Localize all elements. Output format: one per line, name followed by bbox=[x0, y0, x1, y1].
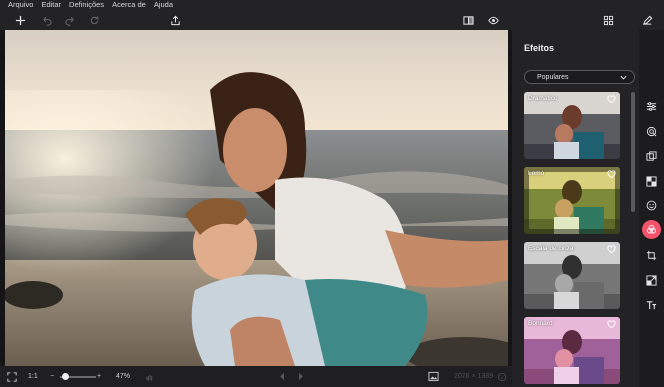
favorite-heart-icon[interactable] bbox=[607, 245, 616, 254]
next-image-icon[interactable] bbox=[296, 370, 305, 383]
undo-icon[interactable] bbox=[38, 12, 54, 28]
effect-card-escala-de-cinza[interactable]: Escala de cinza bbox=[524, 242, 620, 309]
favorite-heart-icon[interactable] bbox=[607, 320, 616, 329]
crop-icon[interactable] bbox=[643, 247, 660, 264]
zoom-out-button[interactable]: − bbox=[50, 370, 54, 383]
effect-label: Lomo bbox=[528, 170, 545, 177]
panel-title: Efeitos bbox=[524, 43, 555, 53]
adjustments-icon[interactable] bbox=[643, 98, 660, 115]
chevron-down-icon bbox=[620, 75, 627, 80]
ratio-1-1-button[interactable]: 1:1 bbox=[28, 370, 38, 383]
image-icon[interactable] bbox=[428, 370, 439, 383]
effect-card-lomo[interactable]: Lomo bbox=[524, 167, 620, 234]
filter-category-value: Populares bbox=[537, 73, 569, 81]
prev-image-icon[interactable] bbox=[278, 370, 287, 383]
face-icon[interactable] bbox=[643, 197, 660, 214]
effect-label: Dramático bbox=[528, 95, 558, 102]
image-dimensions: 2076 × 1389 bbox=[454, 373, 494, 380]
zoom-in-button[interactable]: + bbox=[97, 370, 101, 383]
menu-acerca-de[interactable]: Acerca de bbox=[112, 0, 146, 10]
redo-icon[interactable] bbox=[62, 12, 78, 28]
overlay-icon[interactable] bbox=[643, 148, 660, 165]
effect-card-bonnard[interactable]: Bonnard bbox=[524, 317, 620, 384]
effects-scrollbar[interactable] bbox=[631, 92, 635, 212]
menu-arquivo[interactable]: Arquivo bbox=[8, 0, 33, 10]
effects-list: Dramático Lomo Escala de cinza Bonnard bbox=[524, 92, 620, 387]
menu-definicoes[interactable]: Definições bbox=[69, 0, 104, 10]
hand-pan-icon[interactable] bbox=[145, 370, 155, 383]
share-icon[interactable] bbox=[167, 12, 183, 28]
retouch-icon[interactable] bbox=[643, 123, 660, 140]
favorite-heart-icon[interactable] bbox=[607, 95, 616, 104]
effect-label: Bonnard bbox=[528, 320, 553, 327]
fit-screen-icon[interactable] bbox=[7, 370, 17, 383]
effect-label: Escala de cinza bbox=[528, 245, 574, 252]
text-icon[interactable] bbox=[643, 297, 660, 314]
zoom-slider-handle[interactable] bbox=[62, 372, 69, 380]
preview-eye-icon[interactable] bbox=[485, 12, 501, 28]
photo-canvas[interactable] bbox=[5, 30, 508, 366]
reset-icon[interactable] bbox=[86, 12, 102, 28]
menu-ajuda[interactable]: Ajuda bbox=[154, 0, 173, 10]
add-icon[interactable] bbox=[12, 12, 28, 28]
edit-pen-icon[interactable] bbox=[639, 12, 655, 28]
effects-panel: Efeitos Populares Dramático Lomo Escala … bbox=[512, 30, 639, 387]
effect-card-dramatico[interactable]: Dramático bbox=[524, 92, 620, 159]
grid-icon[interactable] bbox=[600, 12, 616, 28]
menu-editar[interactable]: Editar bbox=[41, 0, 61, 10]
zoom-value: 47% bbox=[116, 373, 131, 380]
bottom-bar: 1:1 − + 47% 2076 × 1389 bbox=[0, 366, 512, 387]
tool-rail bbox=[639, 30, 664, 387]
resize-icon[interactable] bbox=[643, 272, 660, 289]
info-icon[interactable] bbox=[497, 370, 507, 383]
zoom-slider[interactable] bbox=[60, 370, 96, 383]
filter-category-select[interactable]: Populares bbox=[524, 70, 635, 84]
compare-icon[interactable] bbox=[460, 12, 476, 28]
toolbar bbox=[0, 10, 664, 30]
texture-icon[interactable] bbox=[643, 173, 660, 190]
menu-bar: Arquivo Editar Definições Acerca de Ajud… bbox=[0, 0, 664, 10]
effects-icon[interactable] bbox=[642, 220, 661, 239]
favorite-heart-icon[interactable] bbox=[607, 170, 616, 179]
